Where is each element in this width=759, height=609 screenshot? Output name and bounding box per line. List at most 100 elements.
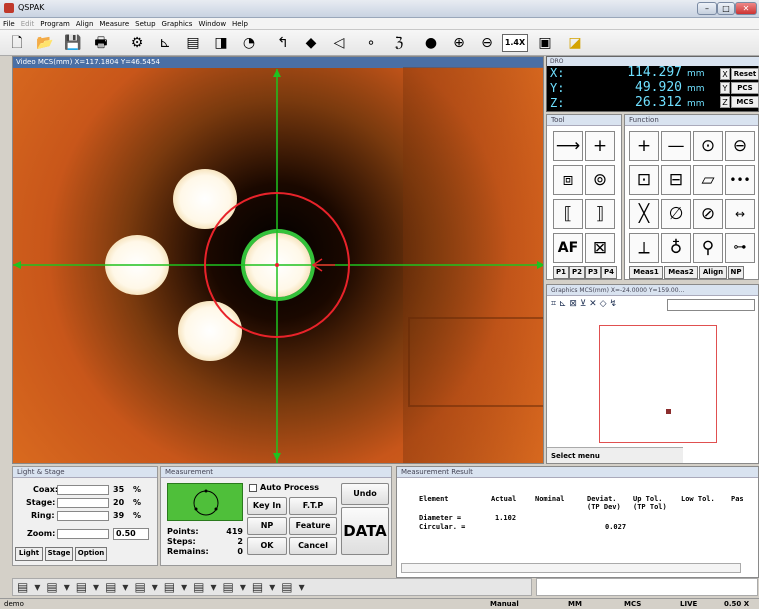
cancel-button[interactable]: Cancel (289, 537, 337, 555)
line-tool-icon[interactable]: ⟶ (553, 131, 583, 161)
record-icon[interactable]: ● (418, 32, 444, 54)
result-horizontal-scrollbar[interactable] (401, 563, 741, 573)
tab-light[interactable]: Light (15, 547, 43, 561)
maximize-button[interactable]: □ (717, 2, 735, 15)
zoom-level-indicator[interactable]: 1.4X (502, 34, 528, 52)
menu-align[interactable]: Align (73, 18, 97, 30)
undo-button[interactable]: Undo (341, 483, 389, 505)
menu-measure[interactable]: Measure (96, 18, 132, 30)
menu-graphics[interactable]: Graphics (159, 18, 196, 30)
dro-mcs-button[interactable]: MCS (731, 96, 759, 108)
report-icon[interactable]: ▤ (180, 32, 206, 54)
menu-edit[interactable]: Edit (18, 18, 38, 30)
tools-icon[interactable]: ⚙ (124, 32, 150, 54)
tab-np[interactable]: NP (728, 266, 744, 279)
circle-tool-icon[interactable]: ⊚ (585, 165, 615, 195)
tab-p4[interactable]: P4 (601, 266, 617, 279)
window-layout-icon[interactable]: ▣ (532, 32, 558, 54)
function-panel: Function + — ⊙ ⊖ ⊡ ⊟ ▱ ••• ╳ ∅ ⊘ ↔ ⟂ ♁ ⚲… (624, 114, 759, 280)
dro-z-zero-button[interactable]: Z (720, 96, 730, 108)
dro-pcs-button[interactable]: PCS (731, 82, 759, 94)
autofocus-tool-icon[interactable]: AF (553, 233, 583, 263)
key-in-button[interactable]: Key In (247, 497, 287, 515)
distance-function-icon[interactable]: ↔ (725, 199, 755, 229)
ftp-button[interactable]: F.T.P (289, 497, 337, 515)
step-input[interactable] (536, 578, 758, 596)
zoom-in-icon[interactable]: ⊕ (446, 32, 472, 54)
np-button[interactable]: NP (247, 517, 287, 535)
color-icon[interactable]: ◪ (562, 32, 588, 54)
stage-slider[interactable] (57, 498, 109, 508)
tab-stage[interactable]: Stage (45, 547, 73, 561)
points-icon[interactable]: ∘ (358, 32, 384, 54)
circle-point-function-icon[interactable]: ♁ (661, 233, 691, 263)
probe-icon[interactable]: ◆ (298, 32, 324, 54)
open-folder-icon[interactable]: 📂 (32, 32, 58, 54)
ellipse-function-icon[interactable]: ⊖ (725, 131, 755, 161)
menu-window[interactable]: Window (195, 18, 229, 30)
menu-help[interactable]: Help (229, 18, 251, 30)
dro-x-zero-button[interactable]: X (720, 68, 730, 80)
status-zoom: 0.50 X (724, 600, 750, 608)
video-view[interactable]: Video MCS(mm) X=117.1804 Y=46.5454 (12, 56, 544, 464)
path-icon[interactable]: ℨ (386, 32, 412, 54)
ok-button[interactable]: OK (247, 537, 287, 555)
print-icon[interactable]: 🖶 (88, 32, 114, 54)
angle-function-icon[interactable]: ╳ (629, 199, 659, 229)
point-function-icon[interactable]: + (629, 131, 659, 161)
menu-program[interactable]: Program (37, 18, 73, 30)
chart-icon[interactable]: ⊾ (152, 32, 178, 54)
tab-p1[interactable]: P1 (553, 266, 569, 279)
dotted-line-function-icon[interactable]: ••• (725, 165, 755, 195)
zoom-select[interactable]: 0.50 (113, 528, 149, 540)
step-icons[interactable]: ▤▾▤▾▤▾▤▾▤▾▤▾▤▾▤▾▤▾▤▾ (17, 580, 311, 594)
box-tool-icon[interactable]: ⧈ (553, 165, 583, 195)
dro-reset-button[interactable]: Reset (731, 68, 759, 80)
rectangle-function-icon[interactable]: ⊡ (629, 165, 659, 195)
graphics-dropdown[interactable] (667, 299, 755, 311)
intersect-circles-function-icon[interactable]: ⊘ (693, 199, 723, 229)
tab-meas2[interactable]: Meas2 (664, 266, 698, 279)
auto-process-checkbox[interactable] (249, 484, 257, 492)
save-icon[interactable]: 💾 (60, 32, 86, 54)
circle-function-icon[interactable]: ⊙ (693, 131, 723, 161)
origin-icon[interactable]: ↰ (270, 32, 296, 54)
menu-file[interactable]: File (0, 18, 18, 30)
close-button[interactable]: ✕ (735, 2, 757, 15)
toolbar: 🗋 📂 💾 🖶 ⚙ ⊾ ▤ ◨ ◔ ↰ ◆ ◁ ∘ ℨ ● ⊕ ⊖ 1.4X ▣… (0, 30, 759, 56)
bracket-tool-icon[interactable]: ⟦ (553, 199, 583, 229)
menu-setup[interactable]: Setup (132, 18, 158, 30)
tab-option[interactable]: Option (75, 547, 107, 561)
zoom-slider[interactable] (57, 529, 109, 539)
cross-box-tool-icon[interactable]: ⊠ (585, 233, 615, 263)
graphics-canvas[interactable] (599, 325, 717, 443)
line-function-icon[interactable]: — (661, 131, 691, 161)
feature-button[interactable]: Feature (289, 517, 337, 535)
dro-y-zero-button[interactable]: Y (720, 82, 730, 94)
zoom-out-icon[interactable]: ⊖ (474, 32, 500, 54)
data-button[interactable]: DATA (341, 507, 389, 555)
stage-label: Stage: (26, 498, 56, 507)
tab-meas1[interactable]: Meas1 (629, 266, 663, 279)
circle-distance-function-icon[interactable]: ⊶ (725, 233, 755, 263)
crosshair-tool-icon[interactable]: + (585, 131, 615, 161)
minimize-button[interactable]: – (697, 2, 717, 15)
edge-tool-icon[interactable]: ⟧ (585, 199, 615, 229)
ring-slider[interactable] (57, 511, 109, 521)
result-col-deviat: Deviat. (TP Dev) (587, 495, 621, 511)
diameter-function-icon[interactable]: ∅ (661, 199, 691, 229)
tab-p3[interactable]: P3 (585, 266, 601, 279)
circle-base-function-icon[interactable]: ⚲ (693, 233, 723, 263)
back-icon[interactable]: ◁ (326, 32, 352, 54)
height-function-icon[interactable]: ⟂ (629, 233, 659, 263)
camera-icon[interactable]: ◔ (236, 32, 262, 54)
display-icon[interactable]: ◨ (208, 32, 234, 54)
select-menu[interactable]: Select menu (547, 447, 683, 463)
tab-p2[interactable]: P2 (569, 266, 585, 279)
parallelogram-function-icon[interactable]: ▱ (693, 165, 723, 195)
slot-function-icon[interactable]: ⊟ (661, 165, 691, 195)
coax-slider[interactable] (57, 485, 109, 495)
new-file-icon[interactable]: 🗋 (4, 32, 30, 54)
graphics-toolbar-icons[interactable]: ⌗ ⊾ ⊠ ⊻ ✕ ◇ ↯ (551, 299, 671, 311)
tab-align[interactable]: Align (699, 266, 727, 279)
